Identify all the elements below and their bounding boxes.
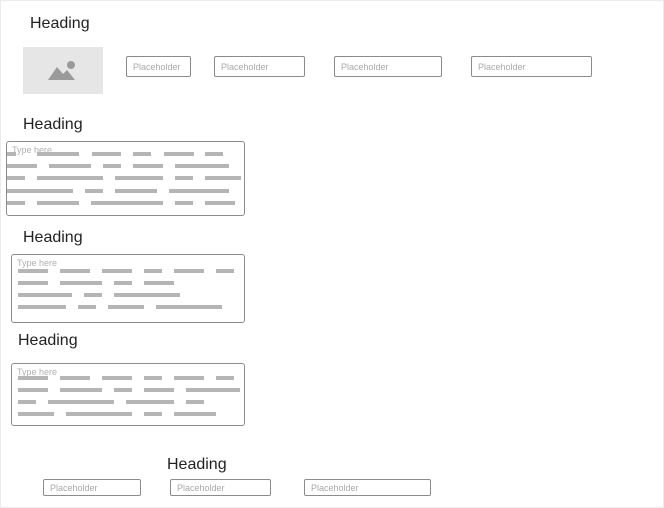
- text-line-bar: [18, 412, 54, 416]
- text-line-bar: [66, 412, 132, 416]
- text-line-bar: [84, 293, 102, 297]
- text-line-bar: [7, 164, 37, 168]
- text-line-bar: [114, 388, 132, 392]
- placeholder-input-3[interactable]: [334, 56, 442, 77]
- text-line-bar: [144, 281, 174, 285]
- text-line-bar: [114, 293, 180, 297]
- text-line-bar: [216, 269, 234, 273]
- text-line-bar: [7, 201, 25, 205]
- image-icon: [48, 61, 75, 80]
- text-line-bar: [126, 400, 174, 404]
- placeholder-input-2[interactable]: [214, 56, 305, 77]
- text-line-bar: [175, 201, 193, 205]
- text-line-bar: [144, 269, 162, 273]
- text-line-bar: [18, 376, 48, 380]
- text-line-bar: [133, 164, 163, 168]
- text-line-bar: [144, 388, 174, 392]
- text-line-bar: [18, 281, 48, 285]
- placeholder-input-1[interactable]: [126, 56, 191, 77]
- text-line-bar: [7, 152, 16, 156]
- section-heading-2: Heading: [23, 116, 83, 133]
- text-line-bar: [175, 164, 229, 168]
- text-line-bar: [7, 189, 73, 193]
- text-line-bar: [37, 152, 79, 156]
- text-line-bar: [144, 376, 162, 380]
- text-line-bar: [115, 189, 157, 193]
- text-line-bar: [216, 376, 234, 380]
- text-line-bar: [103, 164, 121, 168]
- textarea-3[interactable]: Type here: [11, 363, 245, 426]
- text-line-bar: [205, 176, 241, 180]
- text-line-bar: [102, 269, 132, 273]
- text-line-bar: [60, 269, 90, 273]
- text-line-bar: [175, 176, 193, 180]
- text-line-bar: [174, 269, 204, 273]
- text-line-bar: [7, 176, 25, 180]
- text-line-bar: [205, 152, 223, 156]
- text-line-bar: [37, 201, 79, 205]
- section-heading-3: Heading: [23, 229, 83, 246]
- text-line-bar: [60, 281, 102, 285]
- text-line-bar: [85, 189, 103, 193]
- text-line-bar: [60, 376, 90, 380]
- bottom-placeholder-input-3[interactable]: [304, 479, 431, 496]
- text-line-bar: [169, 189, 229, 193]
- text-line-bar: [92, 152, 121, 156]
- textarea-2-hint: Type here: [17, 258, 58, 268]
- text-line-bar: [174, 376, 204, 380]
- text-line-bar: [114, 281, 132, 285]
- text-line-bar: [164, 152, 194, 156]
- textarea-1[interactable]: Type here: [6, 141, 245, 216]
- text-line-bar: [115, 176, 163, 180]
- text-line-bar: [186, 388, 240, 392]
- text-line-bar: [60, 388, 102, 392]
- text-line-bar: [133, 152, 151, 156]
- text-line-bar: [48, 400, 114, 404]
- bottom-placeholder-input-1[interactable]: [43, 479, 141, 496]
- text-line-bar: [205, 201, 235, 205]
- section-heading-5: Heading: [167, 456, 227, 473]
- text-line-bar: [186, 400, 204, 404]
- text-line-bar: [37, 176, 103, 180]
- text-line-bar: [18, 269, 48, 273]
- text-line-bar: [18, 388, 48, 392]
- text-line-bar: [18, 400, 36, 404]
- text-line-bar: [108, 305, 144, 309]
- image-placeholder: [23, 47, 103, 94]
- text-line-bar: [78, 305, 96, 309]
- text-line-bar: [18, 293, 72, 297]
- section-heading-4: Heading: [18, 332, 78, 349]
- text-line-bar: [156, 305, 222, 309]
- textarea-2[interactable]: Type here: [11, 254, 245, 323]
- text-line-bar: [49, 164, 91, 168]
- placeholder-input-4[interactable]: [471, 56, 592, 77]
- text-line-bar: [174, 412, 216, 416]
- text-line-bar: [144, 412, 162, 416]
- section-heading-1: Heading: [30, 15, 90, 32]
- bottom-placeholder-input-2[interactable]: [170, 479, 271, 496]
- text-line-bar: [18, 305, 66, 309]
- text-line-bar: [91, 201, 163, 205]
- text-line-bar: [102, 376, 132, 380]
